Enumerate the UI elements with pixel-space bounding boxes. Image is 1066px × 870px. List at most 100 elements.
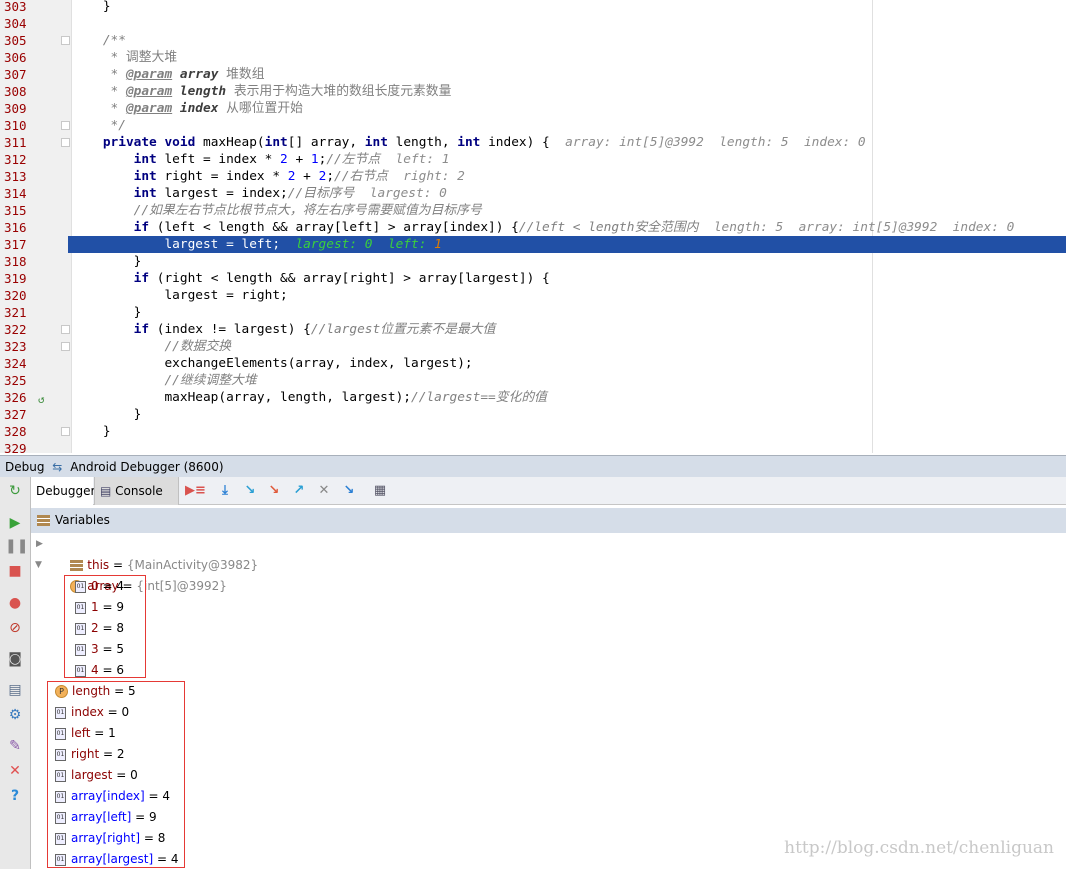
code-line[interactable]: 308 * @param length 表示用于构造大堆的数组长度元素数量 xyxy=(0,83,1066,100)
camera-icon[interactable]: ◙ xyxy=(5,649,25,669)
debug-session-tab[interactable]: Android Debugger (8600) xyxy=(70,460,223,474)
code-token: 2 xyxy=(280,152,288,167)
code-line[interactable]: 325 //继续调整大堆 xyxy=(0,372,1066,389)
code-line[interactable]: 303 } xyxy=(0,0,1066,15)
code-text: exchangeElements(array, index, largest); xyxy=(68,355,1066,372)
evaluate-expression-icon[interactable]: ▦ xyxy=(371,482,389,500)
view-breakpoints-icon[interactable]: ● xyxy=(5,593,25,613)
line-number: 306 xyxy=(4,50,27,65)
code-token: @param xyxy=(125,84,173,99)
code-line-current[interactable]: 317 largest = left; largest: 0 left: 1 xyxy=(0,236,1066,253)
settings-gear-icon[interactable]: ⚙ xyxy=(5,705,25,725)
code-line[interactable]: 320 largest = right; xyxy=(0,287,1066,304)
line-number: 318 xyxy=(4,254,27,269)
code-token: */ xyxy=(72,118,126,133)
code-line[interactable]: 306 * 调整大堆 xyxy=(0,49,1066,66)
line-number: 320 xyxy=(4,288,27,303)
code-text: int right = index * 2 + 2;//右节点 right: 2 xyxy=(68,168,1066,185)
run-to-cursor-icon[interactable]: ↘ xyxy=(340,482,358,500)
code-text: * @param length 表示用于构造大堆的数组长度元素数量 xyxy=(68,83,1066,100)
restore-layout-icon[interactable]: ▤ xyxy=(5,680,25,700)
code-line[interactable]: 327 } xyxy=(0,406,1066,423)
mute-breakpoints-icon[interactable]: ⊘ xyxy=(5,618,25,638)
code-token: (left < length && array[left] > array[in… xyxy=(149,220,519,235)
code-text: } xyxy=(68,0,1066,15)
code-token: 堆数组 xyxy=(218,67,265,82)
close-icon[interactable]: ✕ xyxy=(5,761,25,781)
code-token: index xyxy=(179,101,219,116)
help-icon[interactable]: ? xyxy=(5,786,25,806)
inline-debug-value: left: 1 xyxy=(380,152,450,167)
code-token: private void xyxy=(102,135,196,150)
pause-icon[interactable]: ❚❚ xyxy=(5,536,28,556)
code-line[interactable]: 315 //如果左右节点比根节点大，将左右序号需要赋值为目标序号 xyxy=(0,202,1066,219)
code-line[interactable]: 316 if (left < length && array[left] > a… xyxy=(0,219,1066,236)
step-over-icon[interactable]: ⤓ xyxy=(216,482,234,500)
code-line[interactable]: 312 int left = index * 2 + 1;//左节点 left:… xyxy=(0,151,1066,168)
code-line[interactable]: 314 int largest = index;//目标序号 largest: … xyxy=(0,185,1066,202)
show-execution-point-icon[interactable]: ▶≡ xyxy=(185,482,206,500)
code-line[interactable]: 329 xyxy=(0,440,1066,453)
code-line[interactable]: 322 if (index != largest) {//largest位置元素… xyxy=(0,321,1066,338)
tab-debugger[interactable]: Debugger xyxy=(31,477,95,505)
pin-icon[interactable]: ✎ xyxy=(5,736,25,756)
code-token: //数据交换 xyxy=(72,339,232,354)
code-line[interactable]: 326 ↺ maxHeap(array, length, largest);//l… xyxy=(0,389,1066,406)
expand-arrow-icon[interactable]: ▶ xyxy=(36,539,43,549)
code-token: //如果左右节点比根节点大，将左右序号需要赋值为目标序号 xyxy=(72,203,482,218)
line-number: 314 xyxy=(4,186,27,201)
code-line[interactable]: 323 //数据交换 xyxy=(0,338,1066,355)
code-text: largest = right; xyxy=(68,287,1066,304)
code-line[interactable]: 304 xyxy=(0,15,1066,32)
code-token: @param xyxy=(125,101,173,116)
code-line[interactable]: 311 private void maxHeap(int[] array, in… xyxy=(0,134,1066,151)
debug-toolbar: Debugger ▤ Console ⇢ ▶≡ ⤓ ↘ ↘ ↗ ✕ ↘ ▦ xyxy=(31,477,1066,526)
code-token: index) { xyxy=(480,135,566,150)
resume-icon[interactable]: ▶ xyxy=(5,513,25,533)
android-debugger-icon: ⇆ xyxy=(52,460,63,474)
code-line[interactable]: 321 } xyxy=(0,304,1066,321)
rerun-icon[interactable]: ↻ xyxy=(5,481,25,501)
code-line[interactable]: 328 } xyxy=(0,423,1066,440)
code-line[interactable]: 310 */ xyxy=(0,117,1066,134)
line-number: 313 xyxy=(4,169,27,184)
code-token: } xyxy=(72,0,111,14)
code-line[interactable]: 309 * @param index 从哪位置开始 xyxy=(0,100,1066,117)
code-line[interactable]: 313 int right = index * 2 + 2;//右节点 righ… xyxy=(0,168,1066,185)
variable-array[interactable]: Parray = {int[5]@3992} xyxy=(55,555,227,593)
code-line[interactable]: 307 * @param array 堆数组 xyxy=(0,66,1066,83)
code-text: //继续调整大堆 xyxy=(68,372,1066,389)
code-token: 从哪位置开始 xyxy=(218,101,303,116)
code-line[interactable]: 305 /** xyxy=(0,32,1066,49)
inline-debug-value: largest: 0 xyxy=(354,186,447,201)
code-line[interactable]: 318 } xyxy=(0,253,1066,270)
code-text: } xyxy=(68,406,1066,423)
code-editor[interactable]: 303 } 304 305 /** 306 * 调整大堆 307 * @param ar… xyxy=(0,0,1066,453)
code-token: if xyxy=(133,271,150,286)
stop-icon[interactable]: ■ xyxy=(5,561,25,581)
tab-console[interactable]: ▤ Console ⇢ xyxy=(94,477,179,526)
code-token: int xyxy=(133,169,157,184)
code-text: } xyxy=(68,253,1066,270)
step-out-icon[interactable]: ↗ xyxy=(290,482,308,500)
code-line[interactable]: 319 if (right < length && array[right] >… xyxy=(0,270,1066,287)
debug-title: Debug xyxy=(5,460,45,474)
code-line[interactable]: 324 exchangeElements(array, index, large… xyxy=(0,355,1066,372)
step-into-icon[interactable]: ↘ xyxy=(241,482,259,500)
code-token: if xyxy=(133,322,150,337)
code-text: */ xyxy=(68,117,1066,134)
code-token: //目标序号 xyxy=(287,186,355,201)
variable-this[interactable]: this = {MainActivity@3982} xyxy=(55,534,258,572)
force-step-into-icon[interactable]: ↘ xyxy=(265,482,283,500)
code-token: right = index * xyxy=(156,169,288,184)
drop-frame-icon[interactable]: ✕ xyxy=(315,482,333,500)
code-text: largest = left; largest: 0 left: 1 xyxy=(68,236,1066,253)
collapse-arrow-icon[interactable]: ▼ xyxy=(35,560,42,570)
